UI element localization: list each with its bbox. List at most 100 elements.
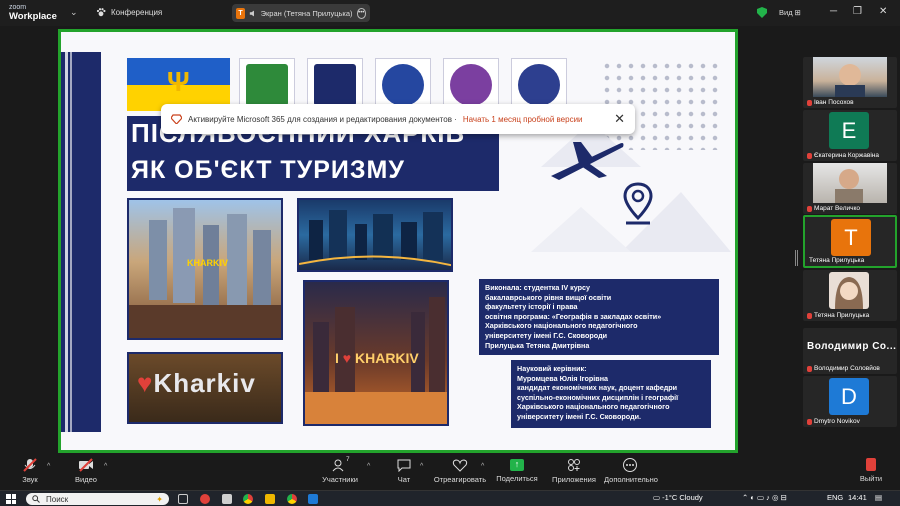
react-options-caret[interactable]: ^ [481, 463, 484, 470]
muted-mic-icon [807, 365, 812, 372]
zoom-logo: zoom Workplace [9, 4, 57, 22]
participant-tile[interactable]: Тетяна Прилуцька [803, 270, 897, 321]
language-indicator[interactable]: ENG [827, 493, 843, 502]
file-explorer-icon[interactable] [265, 494, 275, 504]
supervisor-line: кандидат економічних наук, доцент кафедр… [517, 383, 678, 393]
photo-caption-3: ♥Kharkiv [137, 368, 256, 398]
screen-share-pill[interactable]: T Экран (Тетяна Прилуцька) ••• [232, 4, 370, 22]
close-icon[interactable]: ✕ [879, 6, 887, 17]
participants-icon: 7 [332, 456, 350, 472]
chat-options-caret[interactable]: ^ [420, 463, 423, 470]
participant-video [813, 57, 887, 97]
participant-name: Єкатерина Коржавіна [814, 152, 879, 159]
muted-mic-icon [807, 99, 812, 106]
supervisor-line: Науковий керівник: [517, 364, 587, 373]
presentation-slide: Ψ ПІСЛЯВОЄННИЙ ХАРКІВ ЯК ОБ'ЄКТ ТУРИЗМУ … [61, 32, 735, 450]
video-off-icon [78, 458, 94, 472]
search-icon [32, 495, 40, 503]
muted-mic-icon [807, 205, 812, 212]
panel-resize-handle[interactable] [795, 250, 798, 266]
taskbar-search[interactable]: Поиск ✦ [26, 493, 169, 505]
react-button[interactable]: Отреагировать [433, 458, 487, 484]
supervisor-info-box: Науковий керівник: Муромцева Юлія Ігорів… [511, 360, 711, 428]
minimize-icon[interactable]: ─ [830, 6, 837, 17]
location-pin-icon [623, 182, 653, 225]
more-options-icon[interactable]: ••• [356, 7, 366, 19]
banner-text: Активируйте Microsoft 365 для создания и… [188, 114, 457, 124]
conference-label: Конференция [111, 7, 163, 17]
notifications-icon[interactable]: ▤ [875, 493, 882, 502]
author-line: Прилуцька Тетяна Дмитрівна [485, 340, 590, 350]
chrome-icon[interactable] [287, 494, 297, 504]
participant-name: Марат Величко [814, 205, 861, 212]
trial-link[interactable]: Начать 1 месяц пробной версии [463, 115, 583, 124]
author-line: університету імені Г.С. Сковороди [485, 330, 608, 340]
chrome-icon[interactable] [243, 494, 253, 504]
participant-tile[interactable]: Е Єкатерина Коржавіна [803, 110, 897, 161]
speaker-icon [249, 10, 255, 16]
author-line: Виконала: студентка IV курсу [485, 283, 590, 292]
windows-start-icon[interactable] [6, 494, 16, 504]
participant-tile[interactable]: D Dmytro Novikov [803, 376, 897, 427]
participant-tile[interactable]: Марат Величко [803, 163, 897, 214]
audio-options-caret[interactable]: ^ [47, 463, 50, 470]
participant-name: Іван Посохов [814, 99, 854, 106]
photo-caption-1: KHARKIV [187, 258, 229, 268]
view-button[interactable]: Вид ⊞ [779, 8, 801, 17]
participant-display-name: Володимир Со... [807, 341, 897, 352]
office-activation-banner: Активируйте Microsoft 365 для создания и… [161, 104, 635, 134]
audio-button[interactable]: Звук [14, 458, 46, 484]
app-icon[interactable] [222, 494, 232, 504]
video-button[interactable]: Видео [70, 458, 102, 484]
chat-button[interactable]: Чат [390, 458, 418, 484]
copilot-sparkle-icon: ✦ [156, 494, 163, 504]
share-screen-button[interactable]: ↑ Поделиться [496, 458, 538, 483]
author-line: факультету історії і права [485, 302, 578, 312]
muted-mic-icon [807, 312, 812, 319]
conference-info[interactable]: Конференция [96, 7, 162, 17]
participants-options-caret[interactable]: ^ [367, 463, 370, 470]
zoom-taskbar-icon[interactable] [308, 494, 318, 504]
apps-button[interactable]: Приложения [550, 458, 598, 484]
participant-tile[interactable]: Іван Посохов [803, 57, 897, 108]
kharkiv-city-photo: KHARKIV [127, 198, 283, 340]
paw-icon [96, 8, 106, 17]
photo-caption-2: I ♥ KHARKIV [335, 350, 419, 366]
kharkiv-night-photo: I ♥ KHARKIV [303, 280, 449, 426]
title-bar: zoom Workplace ⌄ Конференция T Экран (Те… [0, 0, 900, 26]
opera-icon[interactable] [200, 494, 210, 504]
clock[interactable]: 14:41 [848, 493, 867, 502]
supervisor-line: Муромцева Юлія Ігорівна [517, 373, 609, 383]
task-view-icon[interactable] [178, 494, 188, 504]
supervisor-line: Харківського національного педагогічного [517, 402, 670, 412]
leave-button[interactable]: Выйти [856, 458, 886, 483]
chevron-down-icon[interactable]: ⌄ [70, 7, 78, 18]
taskbar-search-label: Поиск [46, 494, 69, 504]
more-button[interactable]: Дополнительно [604, 458, 658, 484]
author-line: освітня програма: «Географія в закладах … [485, 311, 662, 321]
supervisor-line: університету імені Г.С. Сковороди. [517, 411, 642, 421]
supervisor-line: суспільно-економічних дисциплін і геогра… [517, 392, 679, 402]
heart-icon [452, 458, 468, 472]
close-icon[interactable]: ✕ [614, 111, 625, 127]
video-options-caret[interactable]: ^ [104, 463, 107, 470]
more-dots-icon [622, 458, 638, 472]
chat-icon [396, 458, 412, 473]
encryption-shield-icon[interactable] [757, 7, 767, 18]
participant-tile-active[interactable]: T Тетяна Прилуцька [803, 215, 897, 268]
participant-name: Володимир Соловйов [814, 365, 880, 372]
slide-title-line2: ЯК ОБ'ЄКТ ТУРИЗМУ [131, 156, 405, 184]
participants-count: 7 [346, 456, 350, 463]
restore-icon[interactable]: ❐ [853, 6, 862, 17]
weather-widget[interactable]: ▭ -1°C Cloudy [653, 493, 703, 502]
participant-avatar: D [829, 378, 869, 415]
exit-icon [866, 458, 876, 471]
participants-button[interactable]: 7 Участники [318, 456, 362, 484]
meeting-toolbar: Звук ^ Видео ^ 7 Участники ^ Чат ^ Отреа… [0, 455, 900, 490]
tray-icons[interactable]: ⌃ ◐ ▭ ♪ ◎ ⊟ [742, 493, 787, 502]
shared-screen: Ψ ПІСЛЯВОЄННИЙ ХАРКІВ ЯК ОБ'ЄКТ ТУРИЗМУ … [58, 29, 738, 453]
author-line: бакалаврського рівня вищої освіти [485, 292, 612, 302]
muted-mic-icon [807, 418, 812, 425]
microphone-muted-icon [22, 458, 38, 472]
share-arrow-icon: ↑ [510, 459, 524, 471]
